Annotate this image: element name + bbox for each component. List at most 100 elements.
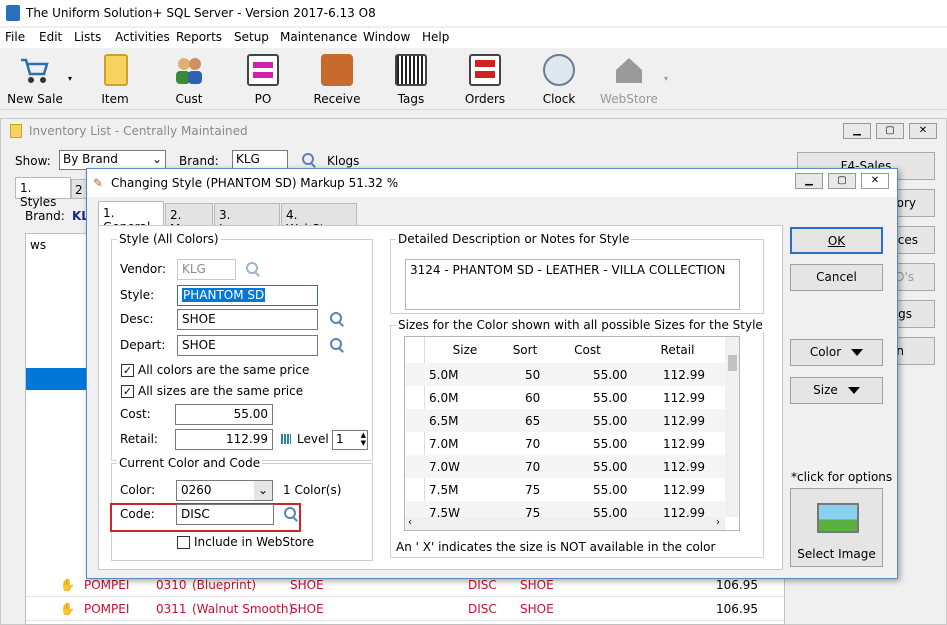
- inventory-maximize-button[interactable]: ▢: [876, 123, 904, 139]
- menu-reports[interactable]: Reports: [176, 30, 222, 44]
- row-style: POMPEI: [84, 602, 130, 616]
- level-stepper[interactable]: 1 ▲ ▼: [332, 430, 368, 450]
- notes-textarea[interactable]: 3124 - PHANTOM SD - LEATHER - VILLA COLL…: [405, 259, 740, 310]
- orders-button[interactable]: Orders: [450, 52, 520, 108]
- menu-window[interactable]: Window: [363, 30, 410, 44]
- orders-label: Orders: [464, 92, 506, 106]
- sizes-note: An ' X' indicates the size is NOT availa…: [396, 540, 716, 554]
- brand-filter-label: Brand:: [179, 154, 219, 168]
- webstore-button[interactable]: ▾ WebStore: [594, 52, 668, 108]
- row-desc: SHOE: [290, 602, 324, 616]
- include-webstore-checkbox[interactable]: [177, 536, 190, 549]
- ok-label: OK: [827, 234, 846, 248]
- color-select[interactable]: 0260 ⌄: [176, 480, 273, 501]
- item-label: Item: [101, 92, 129, 106]
- color-count: 1 Color(s): [283, 483, 342, 497]
- all-colors-label: All colors are the same price: [138, 363, 310, 377]
- color-menu-button[interactable]: Color: [790, 339, 883, 366]
- ok-button[interactable]: OK: [790, 227, 883, 254]
- size-row[interactable]: 5.0M 50 55.00 112.99: [405, 363, 725, 386]
- people-icon: [173, 54, 205, 86]
- vendor-search-icon[interactable]: [245, 261, 261, 277]
- select-image-button[interactable]: Select Image: [790, 488, 883, 567]
- depart-search-icon[interactable]: [329, 337, 345, 353]
- dialog-maximize-button[interactable]: ▢: [828, 173, 856, 189]
- show-label: Show:: [15, 154, 51, 168]
- vendor-field[interactable]: KLG: [177, 259, 236, 280]
- dialog-close-button[interactable]: ✕: [861, 173, 889, 189]
- tab-2[interactable]: 2: [71, 179, 87, 199]
- menu-lists[interactable]: Lists: [74, 30, 101, 44]
- new-sale-dropdown-icon[interactable]: ▾: [68, 74, 72, 83]
- tags-label: Tags: [397, 92, 425, 106]
- retail-cell: 112.99: [663, 437, 705, 451]
- size-row[interactable]: 6.5M 65 55.00 112.99: [405, 409, 725, 432]
- tab-webstore[interactable]: 4. WebStore: [281, 203, 357, 236]
- table-row[interactable]: ✋ POMPEI 0311 (Walnut Smooth) SHOE DISC …: [26, 598, 784, 621]
- sizes-vertical-scrollbar[interactable]: [725, 337, 739, 517]
- item-button[interactable]: Item: [80, 52, 150, 108]
- cost-cell: 55.00: [593, 483, 628, 497]
- scroll-right-icon[interactable]: ›: [716, 517, 720, 528]
- menu-edit[interactable]: Edit: [39, 30, 62, 44]
- chevron-down-icon: ⌄: [151, 152, 162, 166]
- menu-setup[interactable]: Setup: [234, 30, 269, 44]
- sizes-table[interactable]: Size Sort Cost Retail 5.0M 50 55.00 112.99 …: [404, 336, 740, 531]
- size-row[interactable]: 7.5M 75 55.00 112.99: [405, 478, 725, 501]
- new-sale-button[interactable]: ▾ New Sale: [0, 52, 72, 108]
- style-field[interactable]: PHANTOM SD: [177, 285, 318, 306]
- tab-more[interactable]: 2. More: [165, 203, 213, 236]
- cancel-button[interactable]: Cancel: [790, 264, 883, 291]
- retail-cell: 112.99: [663, 483, 705, 497]
- desc-field[interactable]: SHOE: [177, 309, 318, 330]
- receive-button[interactable]: Receive: [302, 52, 372, 108]
- cost-cell: 55.00: [593, 368, 628, 382]
- size-row[interactable]: 6.0M 60 55.00 112.99: [405, 386, 725, 409]
- po-button[interactable]: PO: [228, 52, 298, 108]
- all-sizes-checkbox[interactable]: ✓: [121, 385, 134, 398]
- size-menu-button[interactable]: Size: [790, 377, 883, 404]
- brand-search-icon[interactable]: [301, 152, 317, 168]
- row-color: 0310: [156, 578, 187, 592]
- dialog-minimize-button[interactable]: ▁: [795, 173, 823, 189]
- all-colors-checkbox[interactable]: ✓: [121, 364, 134, 377]
- menu-maintenance[interactable]: Maintenance: [280, 30, 357, 44]
- tab-2-label: 2: [75, 183, 83, 197]
- code-search-icon[interactable]: [283, 506, 299, 522]
- tab-styles-label: 1. Styles: [20, 181, 57, 209]
- brand-filter-input[interactable]: KLG: [232, 150, 288, 170]
- inventory-minimize-button[interactable]: ▁: [843, 123, 871, 139]
- inventory-close-button[interactable]: ✕: [909, 123, 937, 139]
- tab-general[interactable]: 1. General: [98, 201, 164, 234]
- spin-arrows-icon[interactable]: ▲ ▼: [361, 431, 366, 447]
- menu-file[interactable]: File: [5, 30, 25, 44]
- calculator-icon[interactable]: [281, 434, 291, 444]
- menu-activities[interactable]: Activities: [115, 30, 170, 44]
- size-row[interactable]: 7.0W 70 55.00 112.99: [405, 455, 725, 478]
- inventory-window-header: Inventory List - Centrally Maintained ▁ …: [1, 119, 946, 143]
- desc-search-icon[interactable]: [329, 311, 345, 327]
- dropdown-arrow-icon: [851, 349, 864, 356]
- tab-styles[interactable]: 1. Styles: [15, 177, 71, 209]
- dialog-title: Changing Style (PHANTOM SD) Markup 51.32…: [111, 176, 399, 190]
- retail-field[interactable]: 112.99: [175, 429, 273, 450]
- depart-field[interactable]: SHOE: [177, 335, 318, 356]
- tab-images[interactable]: 3. Images: [214, 203, 280, 236]
- cost-field[interactable]: 55.00: [175, 404, 273, 425]
- show-select[interactable]: By Brand ⌄: [59, 150, 166, 170]
- size-cell: 7.0M: [429, 437, 459, 451]
- webstore-dropdown-icon[interactable]: ▾: [664, 74, 668, 83]
- cost-cell: 55.00: [593, 391, 628, 405]
- cust-button[interactable]: Cust: [154, 52, 224, 108]
- sizes-horizontal-scrollbar[interactable]: ‹ ›: [405, 517, 725, 530]
- image-placeholder-icon: [817, 503, 859, 533]
- dialog-titlebar: ✎ Changing Style (PHANTOM SD) Markup 51.…: [87, 169, 897, 197]
- scroll-left-icon[interactable]: ‹: [408, 517, 412, 528]
- size-cell: 6.0M: [429, 391, 459, 405]
- menu-help[interactable]: Help: [422, 30, 449, 44]
- clock-button[interactable]: Clock: [524, 52, 594, 108]
- tags-button[interactable]: Tags: [376, 52, 446, 108]
- code-field[interactable]: DISC: [176, 504, 274, 525]
- size-row[interactable]: 7.0M 70 55.00 112.99: [405, 432, 725, 455]
- level-value: 1: [336, 432, 344, 446]
